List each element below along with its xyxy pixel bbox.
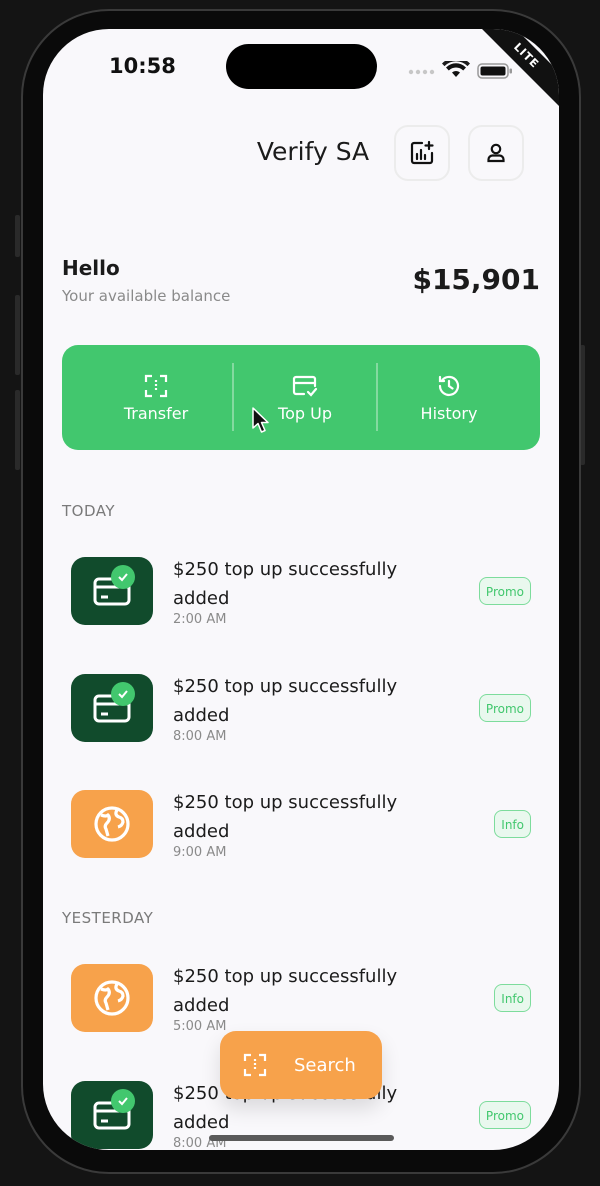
balance-caption: Your available balance	[62, 287, 231, 305]
item-time: 2:00 AM	[173, 612, 227, 627]
status-time: 10:58	[109, 54, 176, 78]
promo-badge: Promo	[478, 577, 531, 605]
mouse-cursor-icon	[252, 407, 270, 439]
item-time: 8:00 AM	[173, 729, 227, 744]
scan-icon	[144, 374, 168, 397]
section-heading-yesterday: YESTERDAY	[62, 909, 154, 927]
item-title: $250 top up successfully added	[173, 966, 398, 1016]
history-label: History	[420, 403, 478, 423]
check-icon	[111, 565, 135, 589]
add-chart-button[interactable]	[394, 125, 450, 181]
greeting: Hello	[62, 256, 120, 280]
history-button[interactable]: History	[394, 345, 504, 450]
list-item[interactable]: $250 top up successfully added 2:00 AM P…	[62, 557, 540, 645]
item-title: $250 top up successfully added	[173, 676, 398, 726]
cellular-signal-icon	[408, 69, 435, 75]
wifi-icon	[442, 57, 470, 77]
search-button[interactable]: Search	[220, 1031, 382, 1099]
action-divider	[232, 363, 234, 431]
transfer-label: Transfer	[123, 403, 189, 423]
check-icon	[111, 1089, 135, 1113]
history-icon	[438, 375, 460, 396]
balance-amount: $15,901	[412, 263, 540, 296]
battery-icon	[477, 63, 512, 79]
app-screen: 10:58 LITE Verify SA Hello Your availabl…	[43, 29, 559, 1150]
add-chart-icon	[410, 140, 434, 165]
section-heading-today: TODAY	[62, 502, 116, 520]
dynamic-island	[226, 44, 377, 89]
item-thumbnail	[71, 1081, 153, 1149]
item-time: 9:00 AM	[173, 845, 227, 860]
top-up-label: Top Up	[278, 403, 332, 423]
status-icons	[408, 57, 518, 83]
item-thumbnail	[71, 790, 153, 858]
info-badge: Info	[494, 810, 531, 838]
home-indicator[interactable]	[209, 1135, 394, 1141]
quick-actions-bar: Transfer Top Up History	[62, 345, 540, 450]
search-label: Search	[294, 1054, 356, 1076]
item-time: 5:00 AM	[173, 1019, 227, 1034]
list-item[interactable]: $250 top up successfully added 9:00 AM I…	[62, 790, 540, 878]
check-icon	[111, 682, 135, 706]
status-bar: 10:58 LITE	[43, 29, 559, 118]
item-title: $250 top up successfully added	[173, 559, 398, 609]
item-title: $250 top up successfully added	[173, 792, 398, 842]
app-title: Verify SA	[256, 137, 370, 166]
promo-badge: Promo	[478, 694, 531, 722]
card-check-icon	[292, 375, 318, 397]
item-thumbnail	[71, 964, 153, 1032]
transfer-button[interactable]: Transfer	[102, 345, 210, 450]
action-divider	[376, 363, 378, 431]
item-thumbnail	[71, 674, 153, 742]
user-icon	[487, 143, 505, 163]
globe-icon	[94, 980, 130, 1016]
globe-icon	[94, 806, 130, 842]
item-thumbnail	[71, 557, 153, 625]
scan-icon	[243, 1053, 267, 1077]
info-badge: Info	[494, 984, 531, 1012]
profile-button[interactable]	[468, 125, 524, 181]
promo-badge: Promo	[478, 1101, 531, 1129]
list-item[interactable]: $250 top up successfully added 8:00 AM P…	[62, 674, 540, 762]
